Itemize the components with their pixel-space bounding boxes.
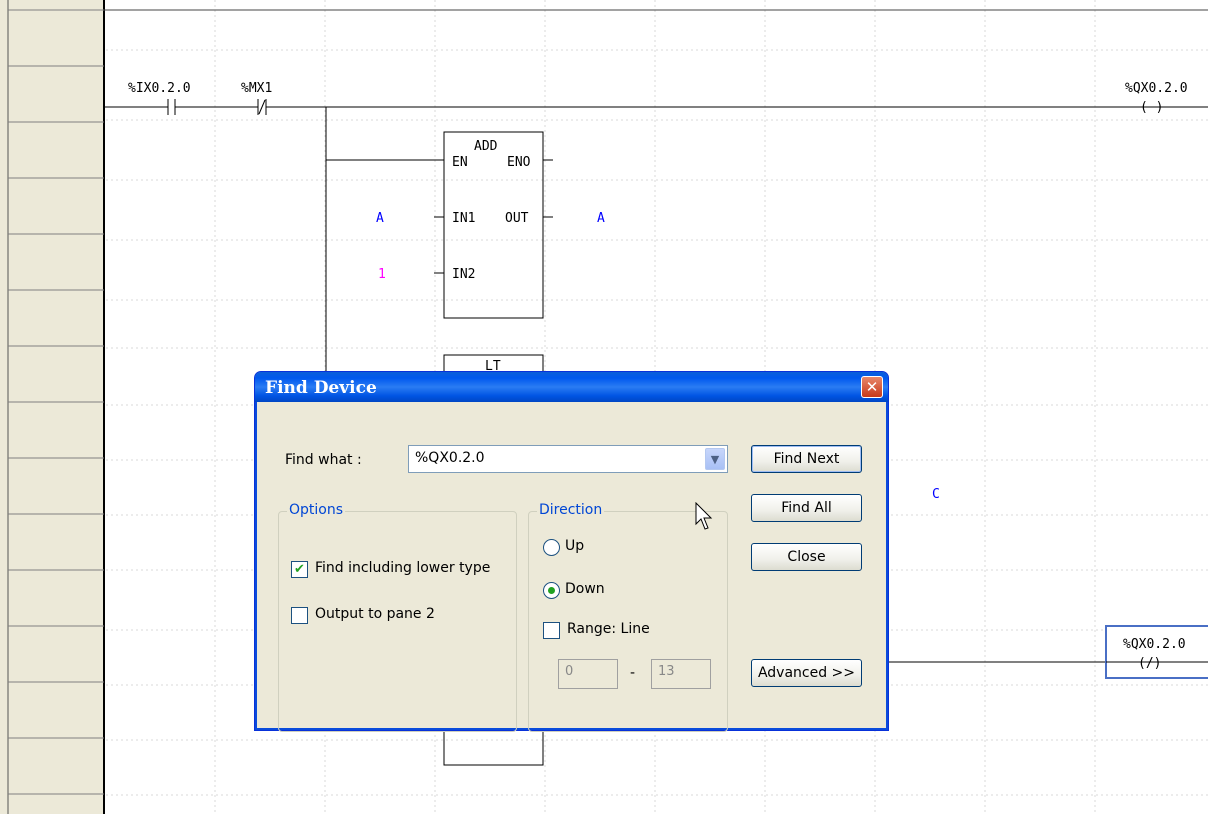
add-block-name: ADD [474,139,498,154]
find-next-button[interactable]: Find Next [751,445,862,473]
direction-group: Direction Up Down Range: Line 0 - 13 [528,502,728,732]
coil2-symbol: (/) [1138,656,1161,671]
up-radio[interactable] [543,539,560,556]
down-radio[interactable] [543,582,560,599]
in1-variable: A [376,211,384,226]
close-icon[interactable]: ✕ [861,376,883,398]
find-what-value[interactable]: %QX0.2.0 [415,450,485,466]
down-label[interactable]: Down [565,581,605,597]
contact-mx-label: %MX1 [241,81,272,96]
output-pane2-checkbox[interactable] [291,607,308,624]
find-all-button[interactable]: Find All [751,494,862,522]
coil-qx-symbol: ( ) [1140,100,1163,115]
range-label[interactable]: Range: Line [567,621,650,637]
add-pin-in2: IN2 [452,267,475,282]
dialog-title: Find Device [265,378,377,398]
add-pin-en: EN [452,155,468,170]
range-from-field[interactable]: 0 [558,659,618,689]
up-label[interactable]: Up [565,538,584,554]
find-lower-type-label[interactable]: Find including lower type [315,560,490,576]
add-pin-out: OUT [505,211,529,226]
in2-constant: 1 [378,267,386,282]
advanced-button[interactable]: Advanced >> [751,659,862,687]
mouse-pointer-icon [695,502,713,530]
find-what-label: Find what : [285,452,362,468]
out-variable: A [597,211,605,226]
output-pane2-label[interactable]: Output to pane 2 [315,606,435,622]
add-pin-eno: ENO [507,155,531,170]
dialog-titlebar[interactable]: Find Device ✕ [255,372,888,402]
options-group-title: Options [287,502,346,518]
coil2-label: %QX0.2.0 [1123,637,1186,652]
close-button[interactable]: Close [751,543,862,571]
c-variable: C [932,487,940,502]
direction-group-title: Direction [537,502,605,518]
chevron-down-icon[interactable]: ▼ [705,448,725,470]
coil-qx-label: %QX0.2.0 [1125,81,1188,96]
find-lower-type-checkbox[interactable]: ✔ [291,561,308,578]
checkmark-icon: ✔ [294,562,305,577]
options-group: Options ✔ Find including lower type Outp… [278,502,517,732]
range-to-field[interactable]: 13 [651,659,711,689]
range-checkbox[interactable] [543,622,560,639]
add-pin-in1: IN1 [452,211,475,226]
range-separator: - [630,665,636,681]
radio-selected-dot [548,587,555,594]
contact-ix-label: %IX0.2.0 [128,81,191,96]
find-device-dialog: Find Device ✕ Find what : %QX0.2.0 ▼ Opt… [254,371,889,732]
dialog-body: Find what : %QX0.2.0 ▼ Options ✔ Find in… [258,402,885,732]
find-what-combobox[interactable]: %QX0.2.0 ▼ [408,445,728,473]
